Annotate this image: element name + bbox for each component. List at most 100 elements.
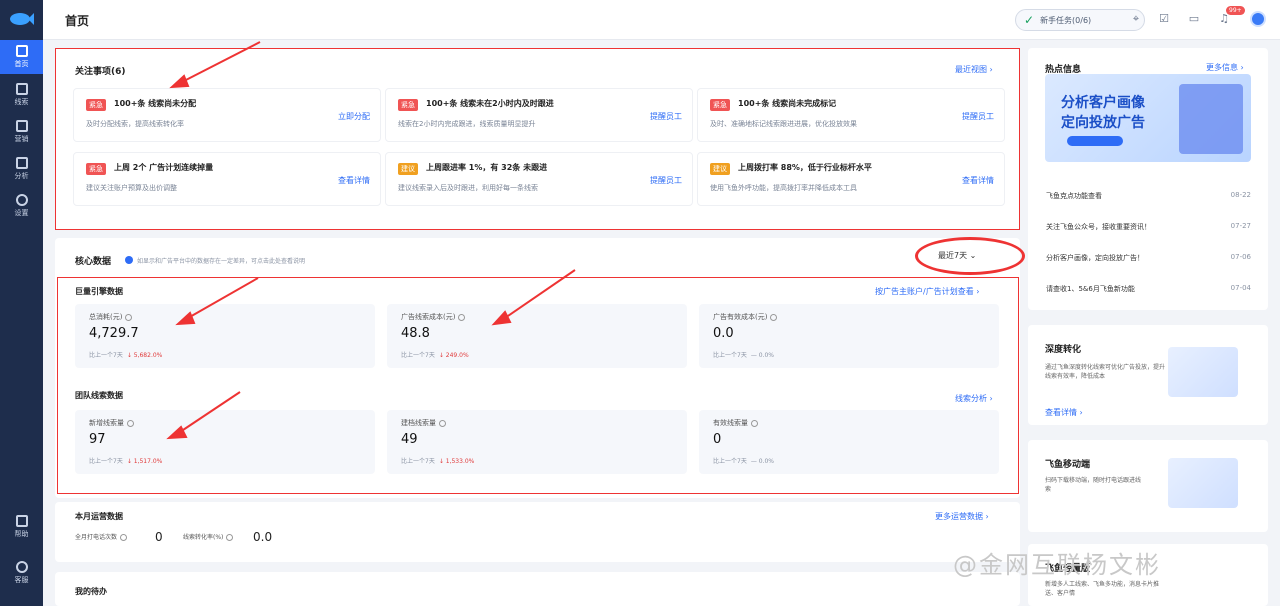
monthly-item-value: 0.0 xyxy=(253,530,273,544)
checklist-icon[interactable]: ☑ xyxy=(1158,13,1170,25)
news-item[interactable]: 飞鱼克点功能查看 08-22 xyxy=(1046,191,1251,201)
focus-item-title: 上周拨打率 88%，低于行业标杆水平 xyxy=(738,163,872,172)
metric-compare: 比上一个7天 — 0.0% xyxy=(713,458,774,465)
help-icon xyxy=(125,313,133,321)
ad-account-link[interactable]: 按广告主账户/广告计划查看 › xyxy=(875,286,979,297)
sidebar-item-label: 客服 xyxy=(14,576,29,584)
highlight-ellipse xyxy=(915,237,1025,275)
notification-badge: 99+ xyxy=(1226,6,1245,15)
sidebar-item-service[interactable]: 客服 xyxy=(0,556,43,590)
newbie-task-button[interactable]: ✓ 新手任务(0/6) xyxy=(1015,9,1145,31)
sidebar-item-home[interactable]: 首页 xyxy=(0,40,43,74)
avatar[interactable] xyxy=(1250,11,1266,27)
headset-icon xyxy=(15,561,28,573)
focus-item-desc: 及时、准确地标记线索跟进进展，优化投放效果 xyxy=(710,120,857,128)
focus-title: 关注事项(6) xyxy=(75,67,126,77)
sidebar-item-label: 营销 xyxy=(14,135,29,143)
focus-item-desc: 建议关注账户预算及出价调整 xyxy=(86,184,177,192)
hot-info-card: 热点信息 更多信息 › 分析客户画像 定向投放广告 飞鱼克点功能查看 08-22 … xyxy=(1028,48,1268,310)
monthly-item-label: 线索转化率(%) xyxy=(183,532,234,541)
remind-staff-link[interactable]: 提醒员工 xyxy=(962,111,994,122)
urgent-tag: 紧急 xyxy=(710,99,730,111)
watermark: @金网互联杨文彬 xyxy=(953,551,1161,579)
fish-logo-icon[interactable] xyxy=(8,10,34,28)
metric-card: 广告有效成本(元) 0.0 比上一个7天 — 0.0% xyxy=(699,304,999,368)
help-book-icon xyxy=(15,515,28,527)
remind-staff-link[interactable]: 提醒员工 xyxy=(650,111,682,122)
location-icon[interactable]: ⌖ xyxy=(1130,13,1142,25)
sidebar-item-settings[interactable]: 设置 xyxy=(0,189,43,223)
metric-value: 4,729.7 xyxy=(89,326,139,341)
recent-view-link[interactable]: 最近视图 › xyxy=(955,64,993,75)
focus-item: 紧急 上周 2个 广告计划连续掉量 建议关注账户预算及出价调整 查看详情 xyxy=(73,152,381,206)
app-root: 首页 线索 营销 分析 设置 帮助 客服 首页 ✓ 新手任务(0/6) ⌖ ☑ ▭… xyxy=(0,0,1280,606)
metric-card: 建档线索量 49 比上一个7天 ↓ 1,533.0% xyxy=(387,410,687,474)
remind-staff-link[interactable]: 提醒员工 xyxy=(650,175,682,186)
deep-conversion-illustration xyxy=(1168,347,1238,397)
sidebar-item-analysis[interactable]: 分析 xyxy=(0,152,43,186)
gear-icon xyxy=(15,194,28,206)
core-data-card: 核心数据 如显示和广告平台中的数据存在一定差异，可点击此处查看说明 巨量引擎数据… xyxy=(55,238,1020,498)
urgent-tag: 紧急 xyxy=(86,163,106,175)
monthly-title: 本月运营数据 xyxy=(75,512,123,521)
focus-item-desc: 线索在2小时内完成跟进，线索质量明显提升 xyxy=(398,120,536,128)
focus-item-title: 100+条 线索尚未完成标记 xyxy=(738,99,837,108)
urgent-tag: 紧急 xyxy=(398,99,418,111)
suggest-tag: 建议 xyxy=(398,163,418,175)
monthly-card: 本月运营数据 更多运营数据 › 全月打电话次数 0 线索转化率(%) 0.0 xyxy=(55,502,1020,562)
sidebar-item-label: 设置 xyxy=(14,209,29,217)
todo-card: 我的待办 xyxy=(55,572,1020,606)
metric-label: 建档线索量 xyxy=(401,418,446,428)
focus-item: 紧急 100+条 线索尚未完成标记 及时、准确地标记线索跟进进展，优化投放效果 … xyxy=(697,88,1005,142)
focus-item-title: 上周 2个 广告计划连续掉量 xyxy=(114,163,214,172)
view-details-link[interactable]: 查看详情 xyxy=(338,175,370,186)
metric-label: 广告有效成本(元) xyxy=(713,312,778,322)
deep-conversion-card: 深度转化 通过飞鱼深度转化线索可优化广告投放，提升线索有效率，降低成本 查看详情… xyxy=(1028,325,1268,425)
help-icon xyxy=(458,313,466,321)
sidebar-item-label: 线索 xyxy=(14,98,29,106)
metric-card: 有效线索量 0 比上一个7天 — 0.0% xyxy=(699,410,999,474)
news-item[interactable]: 分析客户画像，定向投放广告！ 07-06 xyxy=(1046,253,1251,263)
metric-value: 97 xyxy=(89,432,106,447)
sidebar: 首页 线索 营销 分析 设置 帮助 客服 xyxy=(0,0,43,606)
assign-now-link[interactable]: 立即分配 xyxy=(338,111,370,122)
focus-item-desc: 使用飞鱼外呼功能，提高拨打率并降低成本工具 xyxy=(710,184,857,192)
focus-item-title: 上周跟进率 1%，有 32条 未跟进 xyxy=(426,163,548,172)
promo-banner[interactable]: 分析客户画像 定向投放广告 xyxy=(1045,74,1251,162)
deep-conversion-link[interactable]: 查看详情 › xyxy=(1045,407,1083,418)
metric-value: 49 xyxy=(401,432,418,447)
focus-item-title: 100+条 线索未在2小时内及时跟进 xyxy=(426,99,554,108)
more-ops-link[interactable]: 更多运营数据 › xyxy=(935,511,989,522)
ad-data-title: 巨量引擎数据 xyxy=(75,287,123,296)
sidebar-item-help[interactable]: 帮助 xyxy=(0,510,43,544)
metric-label: 总消耗(元) xyxy=(89,312,133,322)
suggest-tag: 建议 xyxy=(710,163,730,175)
deep-conversion-title: 深度转化 xyxy=(1045,345,1082,355)
more-info-link[interactable]: 更多信息 › xyxy=(1206,62,1244,73)
info-icon xyxy=(125,256,133,264)
newbie-task-label: 新手任务(0/6) xyxy=(1040,15,1092,25)
banner-button xyxy=(1067,136,1123,146)
lead-analysis-link[interactable]: 线索分析 › xyxy=(955,393,993,404)
view-details-link[interactable]: 查看详情 xyxy=(962,175,994,186)
folder-icon[interactable]: ▭ xyxy=(1188,13,1200,25)
deep-conversion-desc: 通过飞鱼深度转化线索可优化广告投放，提升线索有效率，降低成本 xyxy=(1045,364,1166,380)
help-icon xyxy=(226,534,234,541)
core-data-note[interactable]: 如显示和广告平台中的数据存在一定差异，可点击此处查看说明 xyxy=(137,256,305,265)
metric-compare: 比上一个7天 ↓ 5,682.0% xyxy=(89,352,163,359)
news-item[interactable]: 请查收1、5&6月飞鱼新功能 07-04 xyxy=(1046,284,1251,294)
sidebar-item-leads[interactable]: 线索 xyxy=(0,78,43,112)
mobile-app-title: 飞鱼移动端 xyxy=(1045,460,1091,470)
sidebar-item-marketing[interactable]: 营销 xyxy=(0,115,43,149)
banner-line1: 分析客户画像 xyxy=(1061,95,1145,111)
metric-label: 有效线索量 xyxy=(713,418,758,428)
banner-line2: 定向投放广告 xyxy=(1061,115,1145,131)
focus-card: 关注事项(6) 最近视图 › 紧急 100+条 线索尚未分配 及时分配线索，提高… xyxy=(55,48,1020,230)
megaphone-icon xyxy=(15,120,28,132)
metric-compare: 比上一个7天 ↓ 1,533.0% xyxy=(401,458,475,465)
focus-item-desc: 及时分配线索，提高线索转化率 xyxy=(86,120,184,128)
news-item[interactable]: 关注飞鱼公众号，接收重要资讯！ 07-27 xyxy=(1046,222,1251,232)
home-icon xyxy=(15,45,28,57)
urgent-tag: 紧急 xyxy=(86,99,106,111)
focus-item-title: 100+条 线索尚未分配 xyxy=(114,99,197,108)
